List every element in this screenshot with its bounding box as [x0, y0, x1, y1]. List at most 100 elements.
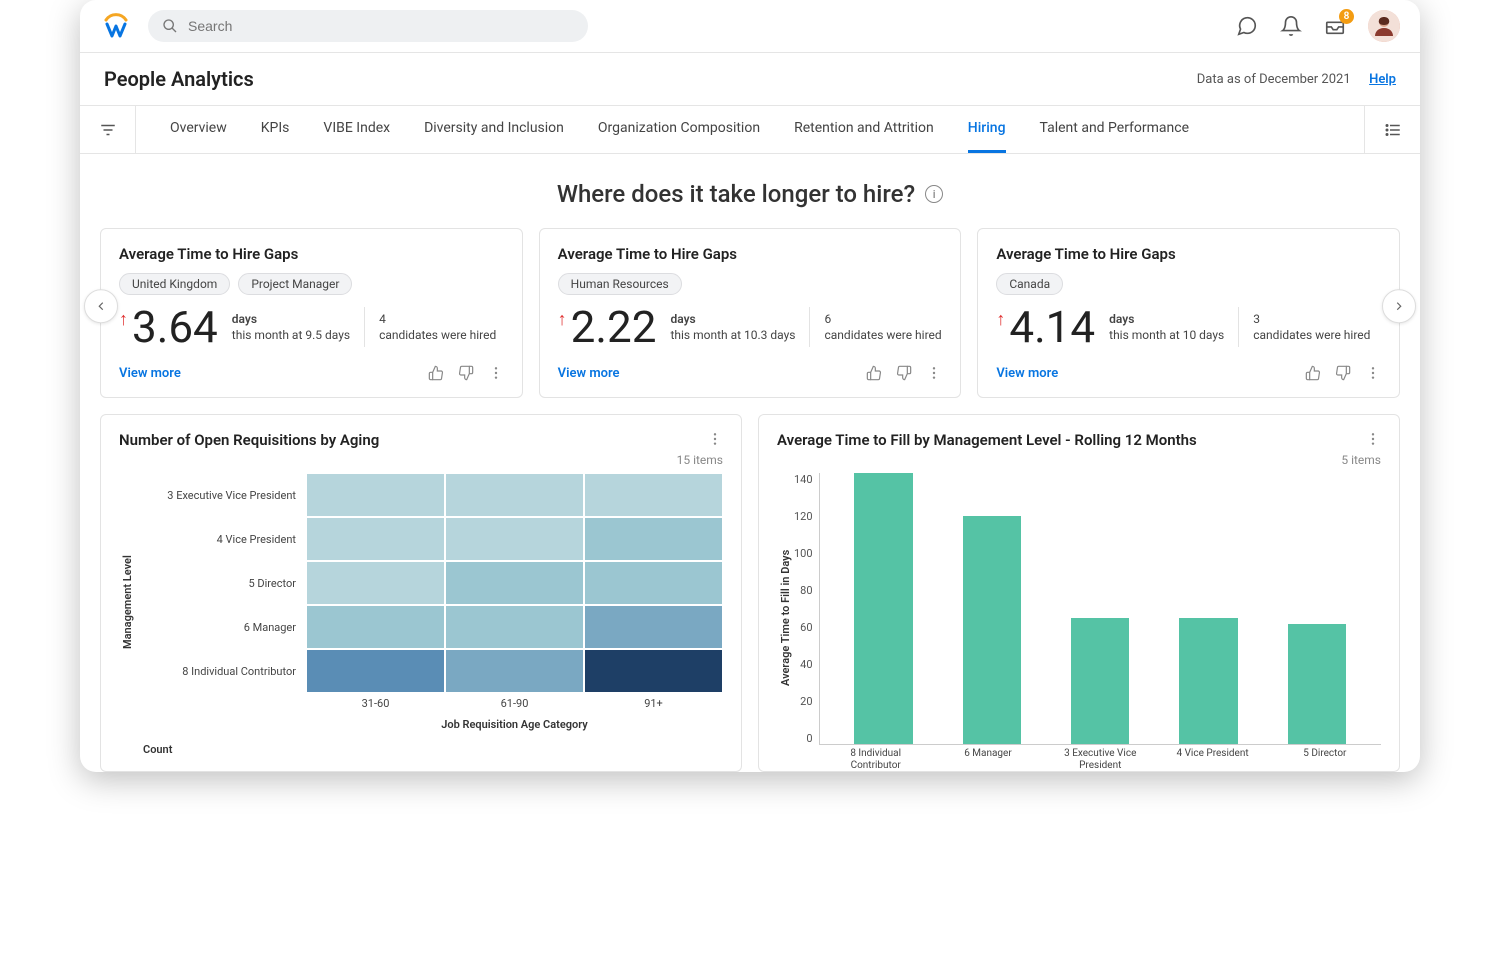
- bar-y-tick: 20: [794, 695, 813, 708]
- view-more-link[interactable]: View more: [558, 366, 620, 381]
- tab-vibe-index[interactable]: VIBE Index: [323, 106, 390, 153]
- bar-y-tick: 40: [794, 658, 813, 671]
- thumbs-down-icon[interactable]: [458, 365, 474, 381]
- heatmap-row-label: 3 Executive Vice President: [136, 473, 306, 517]
- heatmap-cell[interactable]: [306, 649, 445, 693]
- view-more-link[interactable]: View more: [996, 366, 1058, 381]
- bar-y-tick: 0: [794, 732, 813, 745]
- heatmap-legend-label: Count: [143, 743, 723, 756]
- bar-y-tick: 120: [794, 510, 813, 523]
- bar-y-tick: 60: [794, 621, 813, 634]
- bar-y-label: Average Time to Fill in Days: [777, 473, 794, 763]
- heatmap-cell[interactable]: [584, 605, 723, 649]
- bar[interactable]: [1071, 618, 1129, 744]
- carousel-prev-button[interactable]: [84, 289, 118, 323]
- bar-x-tick: 3 Executive Vice President: [1050, 744, 1151, 772]
- card-title: Average Time to Hire Gaps: [558, 245, 943, 263]
- heatmap-cell[interactable]: [584, 561, 723, 605]
- candidates-count: 4: [379, 311, 496, 327]
- heatmap-x-tick: 91+: [584, 697, 723, 710]
- bar-x-tick: 4 Vice President: [1162, 744, 1263, 760]
- bar-panel: Average Time to Fill by Management Level…: [758, 414, 1400, 772]
- heatmap-items-count: 15 items: [119, 453, 723, 467]
- more-icon[interactable]: [1365, 365, 1381, 381]
- heatmap-x-tick: 61-90: [445, 697, 584, 710]
- bar[interactable]: [1288, 624, 1346, 744]
- filter-tag: United Kingdom: [119, 273, 230, 295]
- tab-kpis[interactable]: KPIs: [261, 106, 290, 153]
- days-label: days: [1109, 311, 1224, 327]
- metric-card: Average Time to Hire Gaps United Kingdom…: [100, 228, 523, 398]
- section-heading: Where does it take longer to hire?: [557, 180, 915, 208]
- info-icon[interactable]: i: [925, 185, 943, 203]
- days-label: days: [232, 311, 350, 327]
- heatmap-y-label: Management Level: [119, 473, 136, 731]
- thumbs-up-icon[interactable]: [1305, 365, 1321, 381]
- data-as-of: Data as of December 2021: [1197, 72, 1351, 87]
- bar-y-tick: 80: [794, 584, 813, 597]
- heatmap-cell[interactable]: [584, 517, 723, 561]
- bar[interactable]: [963, 516, 1021, 744]
- page-title: People Analytics: [104, 67, 254, 91]
- search-input-wrapper[interactable]: [148, 10, 588, 42]
- heatmap-cell[interactable]: [584, 473, 723, 517]
- filter-icon[interactable]: [80, 106, 136, 153]
- heatmap-cell[interactable]: [445, 473, 584, 517]
- app-logo[interactable]: [100, 10, 132, 42]
- tab-talent-and-performance[interactable]: Talent and Performance: [1040, 106, 1190, 153]
- tab-retention-and-attrition[interactable]: Retention and Attrition: [794, 106, 934, 153]
- inbox-badge: 8: [1339, 9, 1354, 24]
- chat-icon[interactable]: [1236, 15, 1258, 37]
- card-title: Average Time to Hire Gaps: [119, 245, 504, 263]
- tab-hiring[interactable]: Hiring: [968, 106, 1006, 153]
- thumbs-down-icon[interactable]: [896, 365, 912, 381]
- bar[interactable]: [1179, 618, 1237, 744]
- thumbs-up-icon[interactable]: [428, 365, 444, 381]
- notifications-icon[interactable]: [1280, 15, 1302, 37]
- heatmap-cell[interactable]: [306, 561, 445, 605]
- thumbs-up-icon[interactable]: [866, 365, 882, 381]
- help-link[interactable]: Help: [1369, 72, 1396, 87]
- tab-organization-composition[interactable]: Organization Composition: [598, 106, 760, 153]
- more-icon[interactable]: [1365, 431, 1381, 447]
- heatmap-x-tick: 31-60: [306, 697, 445, 710]
- bar-x-tick: 5 Director: [1274, 744, 1375, 760]
- metric-desc: this month at 10 days: [1109, 327, 1224, 343]
- heatmap-cell[interactable]: [445, 561, 584, 605]
- tab-overview[interactable]: Overview: [170, 106, 227, 153]
- view-more-link[interactable]: View more: [119, 366, 181, 381]
- heatmap-cell[interactable]: [445, 605, 584, 649]
- bar-x-tick: 6 Manager: [937, 744, 1038, 760]
- more-icon[interactable]: [926, 365, 942, 381]
- search-input[interactable]: [188, 18, 574, 34]
- thumbs-down-icon[interactable]: [1335, 365, 1351, 381]
- carousel-next-button[interactable]: [1382, 289, 1416, 323]
- bar[interactable]: [854, 473, 912, 744]
- metric-card: Average Time to Hire Gaps Canada ↑ 4.14 …: [977, 228, 1400, 398]
- more-icon[interactable]: [707, 431, 723, 447]
- heatmap-cell[interactable]: [306, 517, 445, 561]
- more-icon[interactable]: [488, 365, 504, 381]
- metric-desc: this month at 10.3 days: [670, 327, 795, 343]
- heatmap-x-label: Job Requisition Age Category: [136, 718, 723, 731]
- list-view-icon[interactable]: [1364, 106, 1420, 153]
- filter-tag: Project Manager: [238, 273, 352, 295]
- inbox-icon[interactable]: 8: [1324, 15, 1346, 37]
- heatmap-cell[interactable]: [584, 649, 723, 693]
- bar-y-tick: 100: [794, 547, 813, 560]
- bar-title: Average Time to Fill by Management Level…: [777, 431, 1197, 449]
- filter-tag: Human Resources: [558, 273, 682, 295]
- bar-x-tick: 8 Individual Contributor: [825, 744, 926, 772]
- card-title: Average Time to Hire Gaps: [996, 245, 1381, 263]
- candidates-count: 6: [824, 311, 941, 327]
- metric-value: 4.14: [1009, 305, 1095, 349]
- heatmap-cell[interactable]: [306, 473, 445, 517]
- heatmap-cell[interactable]: [306, 605, 445, 649]
- avatar[interactable]: [1368, 10, 1400, 42]
- heatmap-title: Number of Open Requisitions by Aging: [119, 431, 379, 449]
- candidates-count: 3: [1253, 311, 1370, 327]
- heatmap-row-label: 8 Individual Contributor: [136, 649, 306, 693]
- heatmap-cell[interactable]: [445, 517, 584, 561]
- heatmap-cell[interactable]: [445, 649, 584, 693]
- tab-diversity-and-inclusion[interactable]: Diversity and Inclusion: [424, 106, 564, 153]
